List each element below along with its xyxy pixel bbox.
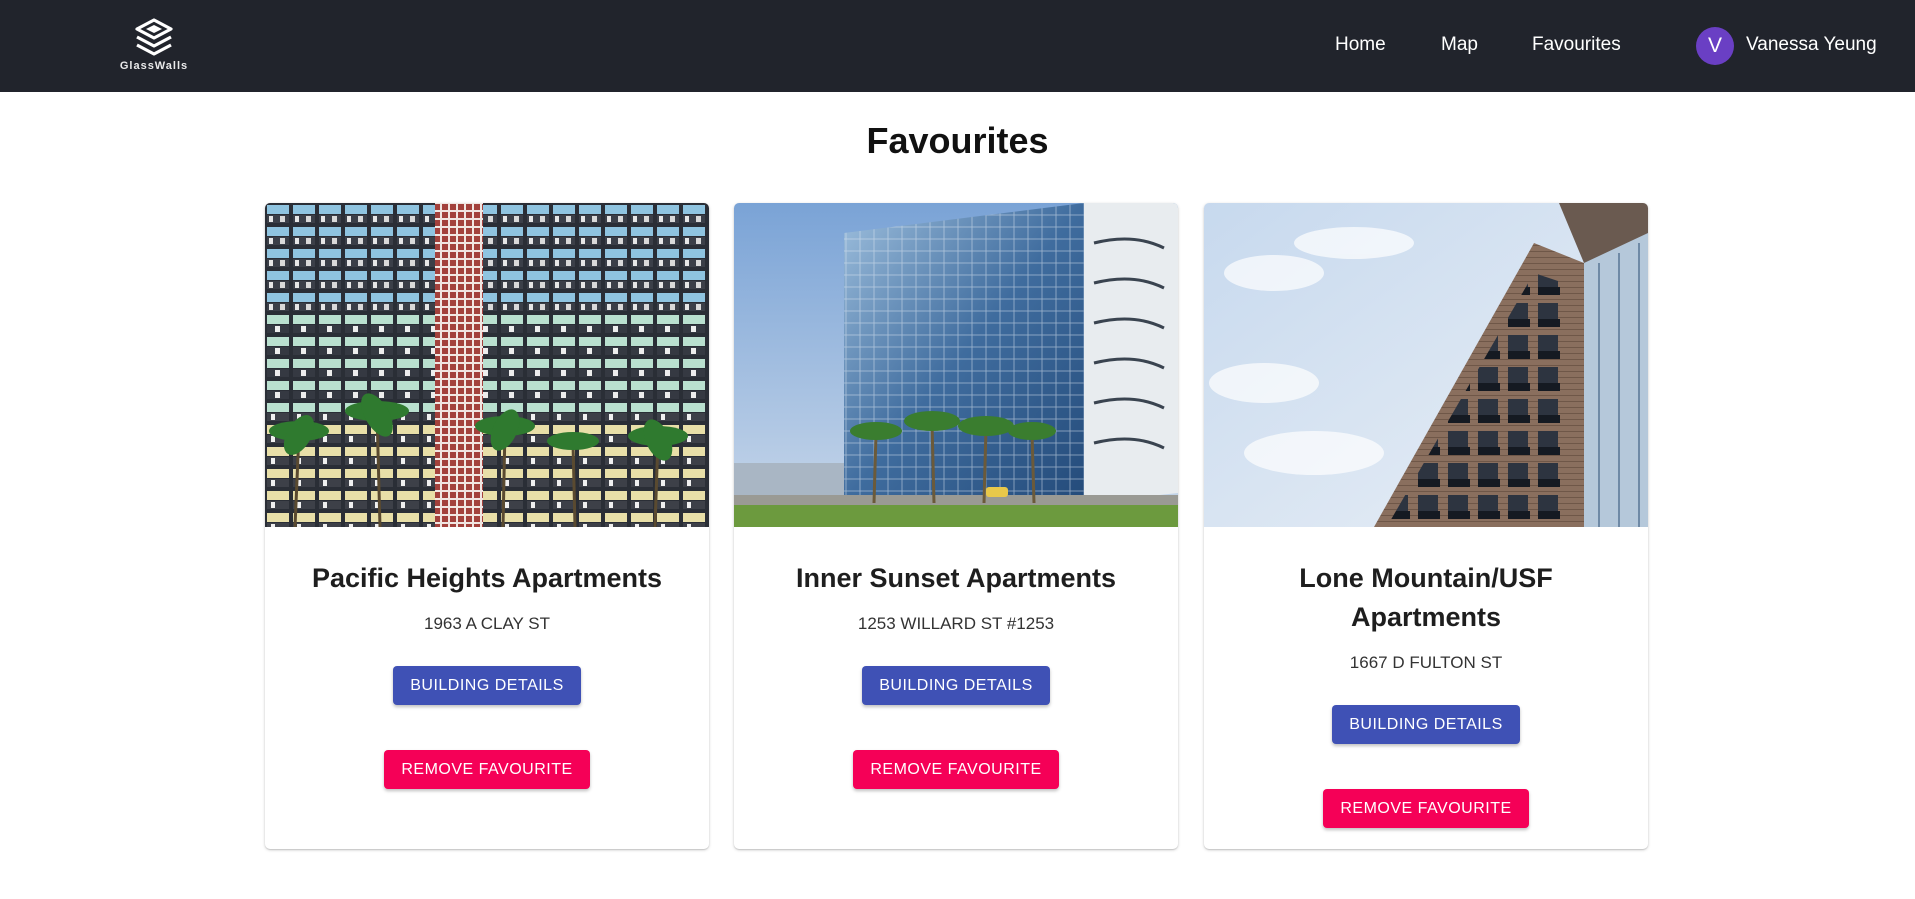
nav-link-favourites[interactable]: Favourites (1532, 34, 1621, 56)
card-address: 1253 WILLARD ST #1253 (857, 614, 1055, 633)
remove-favourite-button[interactable]: REMOVE FAVOURITE (1323, 789, 1529, 828)
card-address: 1963 A CLAY ST (423, 614, 550, 633)
top-navbar: GlassWalls Home Map Favourites V Vanessa… (0, 0, 1915, 92)
favourite-card: Inner Sunset Apartments 1253 WILLARD ST … (734, 203, 1178, 849)
card-address: 1667 D FULTON ST (1349, 653, 1503, 672)
remove-favourite-button[interactable]: REMOVE FAVOURITE (384, 750, 590, 789)
favourite-card: Pacific Heights Apartments 1963 A CLAY S… (265, 203, 709, 849)
remove-favourite-button[interactable]: REMOVE FAVOURITE (853, 750, 1059, 789)
page-title: Favourites (866, 120, 1049, 161)
building-details-button[interactable]: BUILDING DETAILS (393, 666, 581, 705)
brand-name: GlassWalls (119, 60, 189, 72)
card-title: Lone Mountain/USF Apartments (1299, 563, 1553, 632)
favourite-card: Lone Mountain/USF Apartments 1667 D FULT… (1204, 203, 1648, 849)
user-name[interactable]: Vanessa Yeung (1746, 34, 1877, 56)
user-avatar[interactable]: V (1696, 27, 1734, 65)
building-photo-lone-mountain (1204, 203, 1648, 527)
building-photo-pacific-heights (265, 203, 709, 527)
nav-link-home[interactable]: Home (1335, 34, 1386, 56)
card-title: Pacific Heights Apartments (311, 563, 663, 593)
card-title: Inner Sunset Apartments (795, 563, 1117, 593)
building-details-button[interactable]: BUILDING DETAILS (1332, 705, 1520, 744)
nav-link-map[interactable]: Map (1441, 34, 1478, 56)
building-details-button[interactable]: BUILDING DETAILS (862, 666, 1050, 705)
brand-logo[interactable]: GlassWalls (114, 18, 194, 74)
glasswalls-logo-icon (135, 18, 173, 56)
building-photo-inner-sunset (734, 203, 1178, 527)
